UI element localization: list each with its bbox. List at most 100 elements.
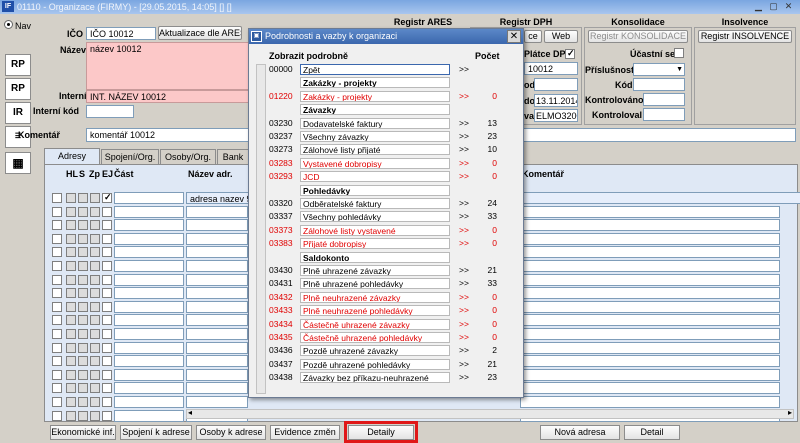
detail-button[interactable]: Detail bbox=[624, 425, 680, 440]
hl-checkbox[interactable] bbox=[66, 288, 76, 299]
s-checkbox[interactable] bbox=[78, 397, 88, 407]
cast-cell[interactable] bbox=[114, 300, 184, 313]
komentar-cell[interactable] bbox=[520, 328, 780, 340]
row-select-checkbox[interactable] bbox=[52, 193, 62, 203]
s-checkbox[interactable] bbox=[78, 193, 88, 203]
row-select-checkbox[interactable] bbox=[52, 329, 62, 339]
dph-cutoff-button[interactable]: ce bbox=[524, 30, 542, 43]
list-item[interactable]: 03438 Závazky bez příkazu-neuhrazené >> 23 bbox=[267, 372, 503, 384]
ej-checkbox[interactable] bbox=[102, 342, 112, 353]
hl-checkbox[interactable] bbox=[66, 301, 76, 312]
list-item[interactable]: 03383 Přijaté dobropisy >> 0 bbox=[267, 238, 503, 250]
tab-spojeni[interactable]: Spojení/Org. bbox=[101, 149, 159, 164]
nazev-adr-cell[interactable] bbox=[186, 368, 248, 381]
row-select-checkbox[interactable] bbox=[52, 233, 62, 244]
cast-cell[interactable] bbox=[114, 205, 184, 218]
chevron-down-icon[interactable]: ▼ bbox=[676, 64, 683, 75]
ej-checkbox[interactable] bbox=[102, 220, 112, 231]
row-select-checkbox[interactable] bbox=[52, 274, 62, 285]
platce-dph-checkbox[interactable]: ✓ bbox=[565, 48, 575, 59]
hl-checkbox[interactable] bbox=[66, 220, 76, 231]
row-select-checkbox[interactable] bbox=[52, 261, 62, 271]
row-select-checkbox[interactable] bbox=[52, 247, 62, 258]
cast-cell[interactable] bbox=[114, 328, 184, 340]
zp-checkbox[interactable] bbox=[90, 383, 100, 394]
ej-checkbox[interactable] bbox=[102, 356, 112, 367]
s-checkbox[interactable] bbox=[78, 261, 88, 271]
close-icon[interactable]: ✕ bbox=[782, 1, 795, 13]
item-name[interactable]: Zakázky - projekty bbox=[300, 77, 450, 89]
s-checkbox[interactable] bbox=[78, 301, 88, 312]
ej-checkbox[interactable] bbox=[102, 410, 112, 421]
hl-checkbox[interactable] bbox=[66, 233, 76, 244]
item-name[interactable]: Zálohové listy přijaté bbox=[300, 144, 450, 156]
row-select-checkbox[interactable] bbox=[52, 410, 62, 421]
item-name[interactable]: Plně uhrazené závazky bbox=[300, 265, 450, 276]
item-name[interactable]: Saldokonto bbox=[300, 251, 450, 263]
ej-checkbox[interactable] bbox=[102, 247, 112, 258]
item-name[interactable]: Závazky bez příkazu-neuhrazené bbox=[300, 372, 450, 384]
hl-checkbox[interactable] bbox=[66, 369, 76, 380]
item-name[interactable]: Zpět bbox=[300, 64, 450, 75]
row-select-checkbox[interactable] bbox=[52, 288, 62, 299]
nazev-adr-cell[interactable] bbox=[186, 341, 248, 354]
s-checkbox[interactable] bbox=[78, 288, 88, 299]
osoby-k-adrese-button[interactable]: Osoby k adrese bbox=[196, 425, 266, 440]
nazev-adr-cell[interactable] bbox=[186, 355, 248, 368]
cast-cell[interactable] bbox=[114, 409, 184, 422]
item-name[interactable]: Pohledávky bbox=[300, 184, 450, 196]
item-name[interactable]: Pozdě uhrazené závazky bbox=[300, 345, 450, 357]
zp-checkbox[interactable] bbox=[90, 315, 100, 326]
hl-checkbox[interactable] bbox=[66, 261, 76, 271]
komentar-cell[interactable] bbox=[520, 273, 780, 286]
item-name[interactable]: Všechny pohledávky bbox=[300, 211, 450, 223]
zp-checkbox[interactable] bbox=[90, 369, 100, 380]
list-item[interactable]: 03435 Částečně uhrazené pohledávky >> 0 bbox=[267, 332, 503, 343]
row-select-checkbox[interactable] bbox=[52, 356, 62, 367]
ir-button[interactable]: IR bbox=[5, 102, 31, 124]
tab-osoby[interactable]: Osoby/Org. bbox=[160, 149, 216, 164]
nova-adresa-button[interactable]: Nová adresa bbox=[540, 425, 620, 440]
horizontal-scrollbar[interactable]: ◂ ▸ bbox=[186, 408, 794, 419]
tab-bank[interactable]: Bank bbox=[217, 149, 249, 164]
ej-checkbox[interactable] bbox=[102, 206, 112, 217]
s-checkbox[interactable] bbox=[78, 274, 88, 285]
nazev-adr-cell[interactable] bbox=[186, 246, 248, 259]
ekonomicke-button[interactable]: Ekonomické inf. bbox=[50, 425, 116, 440]
ej-checkbox[interactable] bbox=[102, 397, 112, 407]
ej-checkbox[interactable] bbox=[102, 329, 112, 339]
list-item[interactable]: 03373 Zálohové listy vystavené >> 0 bbox=[267, 224, 503, 236]
item-name[interactable]: Vystavené dobropisy bbox=[300, 157, 450, 169]
komentar-cell[interactable] bbox=[520, 232, 780, 245]
list-item[interactable]: 03237 Všechny závazky >> 23 bbox=[267, 131, 503, 142]
komentar-cell[interactable] bbox=[520, 300, 780, 313]
list-item[interactable]: 03230 Dodavatelské faktury >> 13 bbox=[267, 117, 503, 129]
zp-checkbox[interactable] bbox=[90, 342, 100, 353]
hl-checkbox[interactable] bbox=[66, 206, 76, 217]
rp-button-2[interactable]: RP bbox=[5, 78, 31, 100]
hl-checkbox[interactable] bbox=[66, 329, 76, 339]
ej-checkbox[interactable] bbox=[102, 383, 112, 394]
hl-checkbox[interactable] bbox=[66, 410, 76, 421]
hl-checkbox[interactable] bbox=[66, 193, 76, 203]
row-select-checkbox[interactable] bbox=[52, 301, 62, 312]
hl-checkbox[interactable] bbox=[66, 397, 76, 407]
hl-checkbox[interactable] bbox=[66, 315, 76, 326]
list-item[interactable]: 03434 Částečně uhrazené závazky >> 0 bbox=[267, 318, 503, 330]
hl-checkbox[interactable] bbox=[66, 383, 76, 394]
zp-checkbox[interactable] bbox=[90, 193, 100, 203]
komentar-cell[interactable] bbox=[520, 205, 780, 218]
interni-input[interactable]: INT. NÁZEV 10012 bbox=[86, 90, 252, 103]
prislusnost-select[interactable]: ▼ bbox=[633, 63, 685, 76]
item-name[interactable]: Zakázky - projekty bbox=[300, 90, 450, 102]
nazev-adr-cell[interactable] bbox=[186, 300, 248, 313]
komentar-cell[interactable] bbox=[520, 287, 780, 300]
s-checkbox[interactable] bbox=[78, 233, 88, 244]
zp-checkbox[interactable] bbox=[90, 233, 100, 244]
zp-checkbox[interactable] bbox=[90, 410, 100, 421]
cast-cell[interactable] bbox=[114, 341, 184, 354]
item-name[interactable]: Plně neuhrazené závazky bbox=[300, 291, 450, 303]
komentar-cell[interactable] bbox=[520, 341, 780, 354]
cast-cell[interactable] bbox=[114, 287, 184, 300]
item-name[interactable]: Částečně uhrazené závazky bbox=[300, 318, 450, 330]
